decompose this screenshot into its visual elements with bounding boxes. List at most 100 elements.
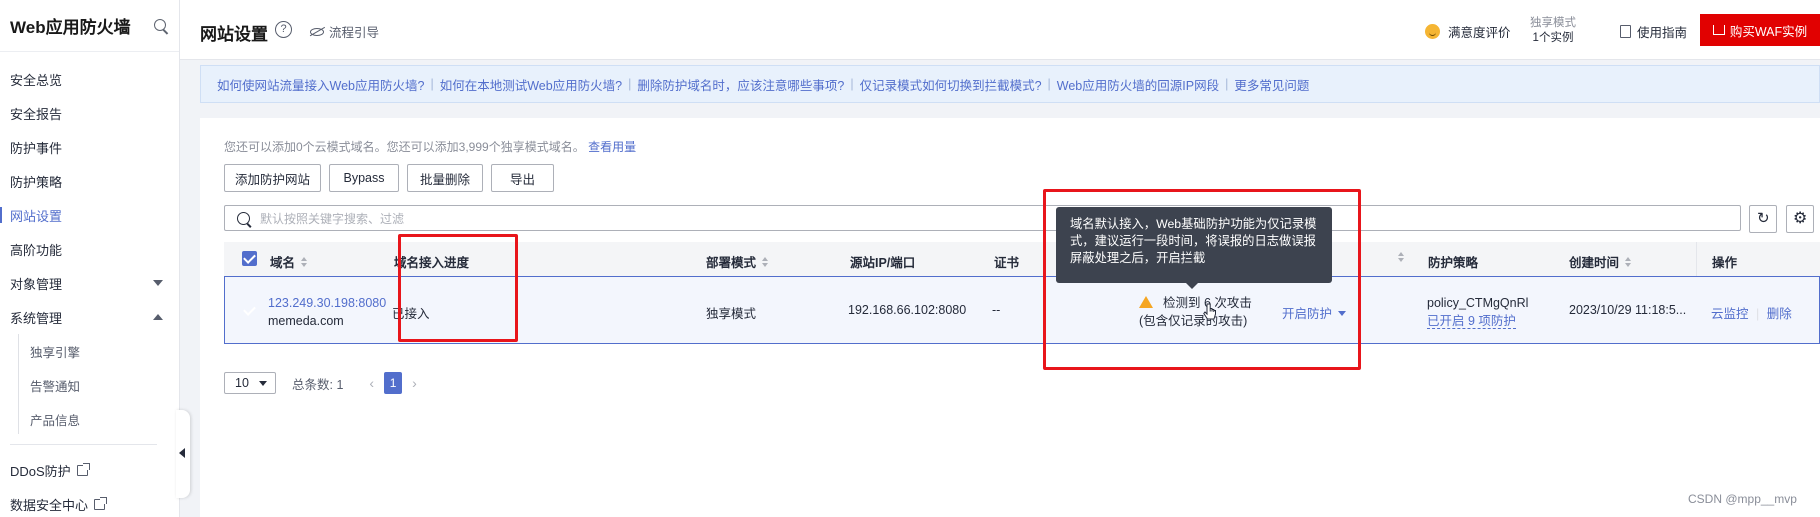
submenu-guide-line <box>18 334 19 434</box>
column-policy: 防护策略 <box>1428 252 1478 271</box>
satisfaction-rating-link[interactable]: 满意度评价 <box>1425 22 1511 41</box>
search-icon[interactable] <box>153 18 169 34</box>
page-header: 网站设置 ? 流程引导 满意度评价 独享模式 1个实例 使用指南 购买WAF实例 <box>180 0 1820 60</box>
column-created[interactable]: 创建时间 <box>1569 252 1632 271</box>
cloud-monitor-link[interactable]: 云监控 <box>1711 307 1749 321</box>
refresh-button[interactable] <box>1749 205 1777 233</box>
page-size-select[interactable]: 10 <box>224 372 276 394</box>
collapse-sidebar-button[interactable] <box>176 410 190 498</box>
sidebar-item-ddos[interactable]: DDoS防护 <box>0 453 179 487</box>
hand-cursor-icon <box>1203 303 1216 320</box>
search-input[interactable]: 默认按照关键字搜索、过滤 <box>224 205 1741 231</box>
sidebar-item-advanced[interactable]: 高阶功能 <box>0 232 179 266</box>
sort-icon <box>762 256 769 267</box>
faq-more-link[interactable]: 更多常见问题 <box>1234 75 1309 94</box>
sidebar-subitem-dedicated-engine[interactable]: 独享引擎 <box>0 334 179 368</box>
chevron-down-icon <box>153 280 163 286</box>
toolbar: 添加防护网站 Bypass 批量删除 导出 <box>224 164 554 192</box>
page-title: 网站设置 <box>200 25 268 44</box>
checkbox-icon <box>242 251 257 266</box>
sidebar-item-data-security[interactable]: 数据安全中心 <box>0 487 179 517</box>
flow-guide-link[interactable]: 流程引导 <box>310 22 379 41</box>
sidebar-item-object-management[interactable]: 对象管理 <box>0 266 179 300</box>
column-label: 源站IP/端口 <box>850 256 916 270</box>
usage-guide-link[interactable]: 使用指南 <box>1620 22 1687 41</box>
satisfaction-label: 满意度评价 <box>1448 26 1511 40</box>
faq-separator: | <box>430 77 434 91</box>
sidebar-item-label: DDoS防护 <box>10 463 71 479</box>
column-label: 防护策略 <box>1428 256 1479 270</box>
highlight-box-progress <box>398 234 518 342</box>
prev-page-icon[interactable]: ‹ <box>369 375 374 391</box>
column-label: 证书 <box>994 256 1020 270</box>
column-origin-ip: 源站IP/端口 <box>850 252 915 271</box>
mode-count: 1个实例 <box>1532 32 1574 44</box>
sidebar-item-protection-events[interactable]: 防护事件 <box>0 130 179 164</box>
sidebar-item-protection-policy[interactable]: 防护策略 <box>0 164 179 198</box>
search-placeholder: 默认按照关键字搜索、过滤 <box>260 211 405 226</box>
delete-link[interactable]: 删除 <box>1767 307 1792 321</box>
column-label: 操作 <box>1712 256 1738 270</box>
flow-guide-label: 流程引导 <box>329 26 380 40</box>
watermark: CSDN @mpp__mvp <box>1688 492 1797 506</box>
quota-notice: 您还可以添加0个云模式域名。您还可以添加3,999个独享模式域名。 查看用量 <box>224 138 636 155</box>
certificate-value: -- <box>992 303 1001 317</box>
faq-link[interactable]: Web应用防火墙的回源IP网段 <box>1057 75 1219 94</box>
faq-link[interactable]: 如何使网站流量接入Web应用防火墙? <box>217 75 424 94</box>
export-button[interactable]: 导出 <box>491 164 554 192</box>
origin-address: 192.168.66.102:8080 <box>848 303 967 317</box>
row-actions: 云监控 | 删除 <box>1711 303 1792 322</box>
external-link-icon <box>76 462 90 476</box>
faq-link[interactable]: 删除防护域名时，应该注意哪些事项? <box>637 75 844 94</box>
sidebar-item-label: 数据安全中心 <box>10 497 89 513</box>
deploy-mode: 独享模式 <box>706 307 757 321</box>
column-deploy-mode[interactable]: 部署模式 <box>706 252 769 271</box>
batch-delete-button[interactable]: 批量删除 <box>407 164 483 192</box>
sort-icon <box>1398 252 1404 262</box>
sidebar-header: Web应用防火墙 <box>0 0 179 52</box>
domain-cell: 123.249.30.198:8080 memeda.com <box>268 294 386 330</box>
faq-bar: 如何使网站流量接入Web应用防火墙? | 如何在本地测试Web应用防火墙? | 删除… <box>200 65 1820 103</box>
column-label: 创建时间 <box>1569 256 1620 270</box>
faq-separator: | <box>1047 77 1051 91</box>
cart-icon <box>1712 25 1725 35</box>
settings-button[interactable] <box>1786 205 1814 233</box>
column-protection-mode-sort[interactable] <box>1392 252 1404 262</box>
buy-waf-label: 购买WAF实例 <box>1729 24 1808 39</box>
sort-icon <box>1625 256 1632 267</box>
document-icon <box>1620 25 1631 38</box>
next-page-icon[interactable]: › <box>412 375 417 391</box>
policy-name: policy_CTMgQnRl <box>1427 296 1529 310</box>
sidebar-subitem-alert-notification[interactable]: 告警通知 <box>0 368 179 402</box>
created-time: 2023/10/29 11:18:5... <box>1569 303 1687 317</box>
pagination: 10 总条数: 1 ‹ 1 › <box>224 372 427 394</box>
page-number[interactable]: 1 <box>384 372 403 394</box>
usage-guide-label: 使用指南 <box>1637 26 1688 40</box>
sidebar-item-security-overview[interactable]: 安全总览 <box>0 62 179 96</box>
sidebar-item-system-management[interactable]: 系统管理 <box>0 300 179 334</box>
faq-separator: | <box>850 77 854 91</box>
select-all-checkbox[interactable] <box>242 251 257 266</box>
total-count: 总条数: 1 <box>292 377 344 392</box>
sidebar-subitem-product-info[interactable]: 产品信息 <box>0 402 179 436</box>
sidebar-item-security-report[interactable]: 安全报告 <box>0 96 179 130</box>
faq-link[interactable]: 如何在本地测试Web应用防火墙? <box>440 75 622 94</box>
column-domain[interactable]: 域名 <box>270 252 308 271</box>
policy-cell: policy_CTMgQnRl 已开启 9 项防护 <box>1427 294 1528 330</box>
domain-name: memeda.com <box>268 314 344 328</box>
add-website-button[interactable]: 添加防护网站 <box>224 164 321 192</box>
view-usage-link[interactable]: 查看用量 <box>588 140 636 154</box>
faq-link[interactable]: 仅记录模式如何切换到拦截模式? <box>860 75 1042 94</box>
sidebar-item-website-settings[interactable]: 网站设置 <box>0 198 179 232</box>
sort-icon <box>301 256 308 267</box>
policy-enabled-link[interactable]: 已开启 9 项防护 <box>1427 314 1516 329</box>
bypass-button[interactable]: Bypass <box>329 164 399 192</box>
domain-ip-link[interactable]: 123.249.30.198:8080 <box>268 294 386 312</box>
help-icon[interactable]: ? <box>275 21 292 38</box>
column-label: 域名 <box>270 256 296 270</box>
search-icon <box>237 211 250 225</box>
smile-icon <box>1425 24 1440 39</box>
column-label: 部署模式 <box>706 256 757 270</box>
buy-waf-button[interactable]: 购买WAF实例 <box>1700 14 1820 46</box>
faq-separator: | <box>1225 77 1229 91</box>
